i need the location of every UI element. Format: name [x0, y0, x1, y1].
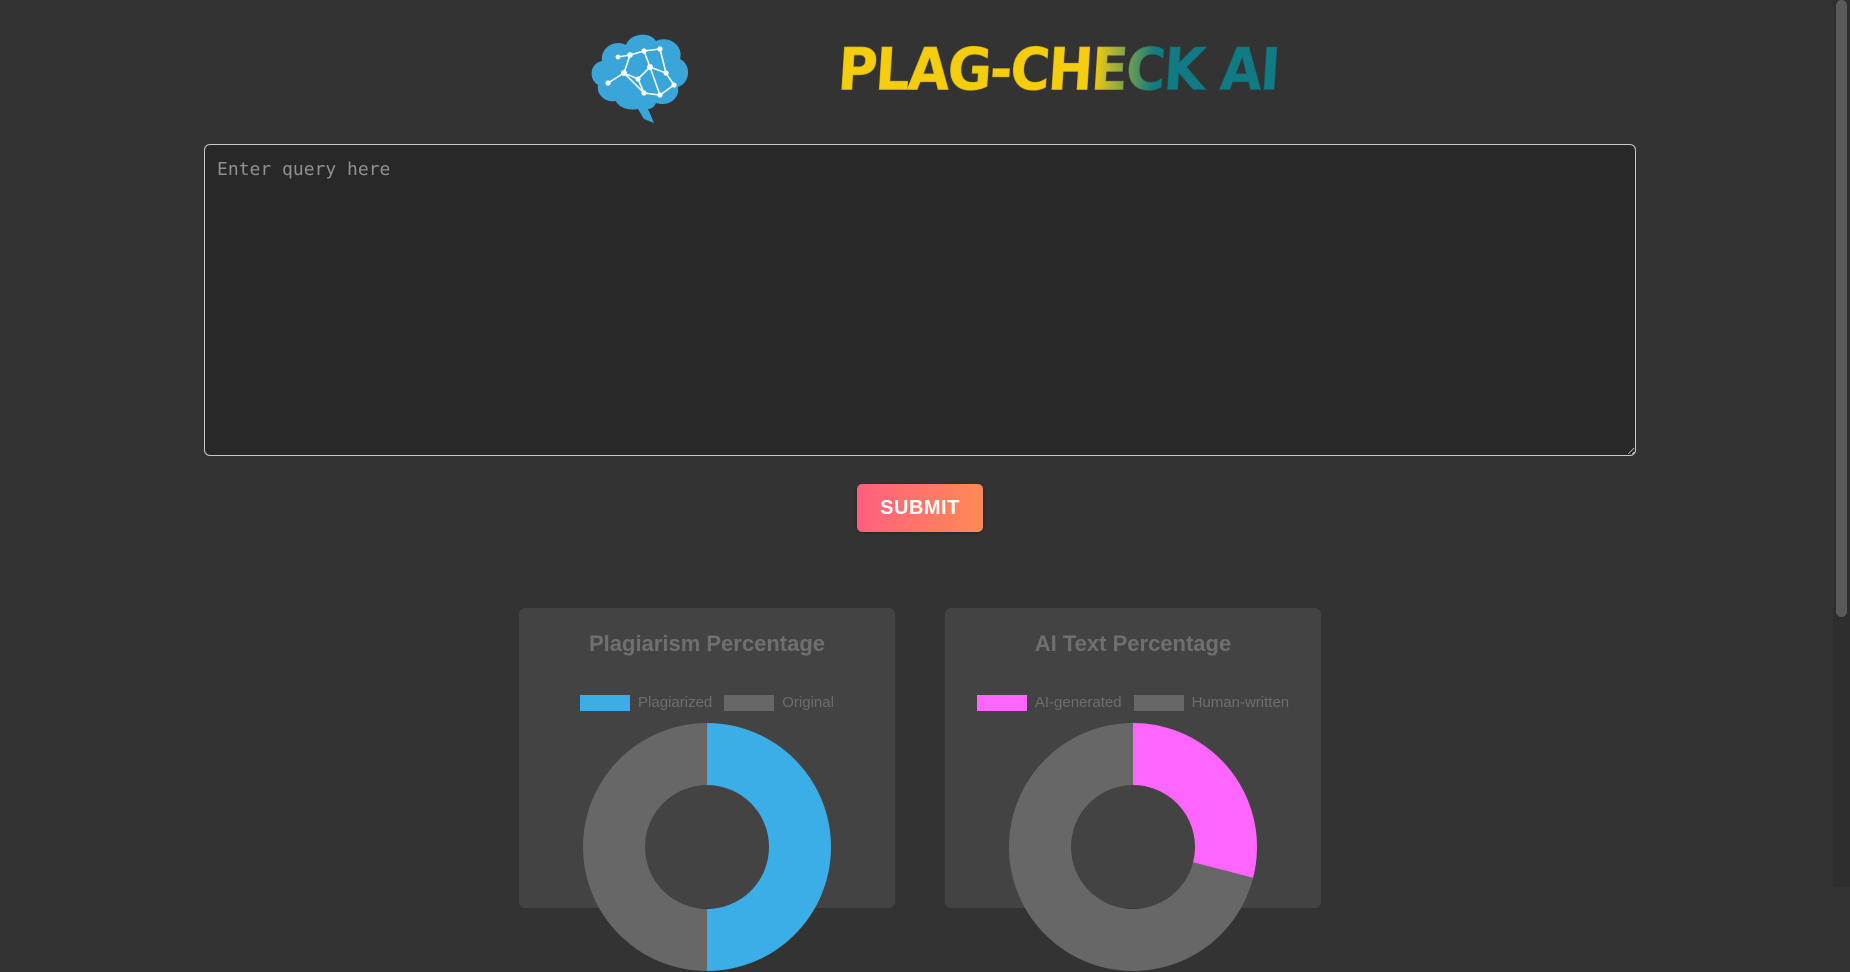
scrollbar-thumb[interactable]: [1836, 0, 1847, 617]
submit-button[interactable]: SUBMIT: [857, 484, 983, 532]
legend-item-original[interactable]: Original: [724, 694, 834, 711]
ai-text-donut-chart: [1008, 722, 1258, 972]
legend-label: Human-written: [1191, 694, 1290, 711]
plagiarism-card: Plagiarism Percentage Plagiarized Origin…: [519, 608, 895, 971]
legend-swatch: [580, 694, 631, 711]
legend-swatch: [1133, 694, 1184, 711]
ai-text-card: AI Text Percentage AI-generated Human-wr…: [945, 608, 1321, 971]
query-input[interactable]: [204, 144, 1636, 456]
logo-text: PLAG-CHECK AI: [835, 34, 1281, 104]
logo-wordmark: PLAG-CHECK AI: [835, 34, 1281, 104]
plagiarism-donut-chart: [582, 722, 832, 972]
chart-legend: AI-generated Human-written: [945, 694, 1321, 711]
donut-slice-plagiarized[interactable]: [707, 723, 831, 971]
app-logo: [588, 26, 692, 126]
legend-label: AI-generated: [1034, 694, 1122, 711]
legend-item-plagiarized[interactable]: Plagiarized: [580, 694, 712, 711]
legend-label: Original: [782, 694, 834, 711]
legend-item-ai-generated[interactable]: AI-generated: [976, 694, 1122, 711]
legend-label: Plagiarized: [638, 694, 713, 711]
legend-swatch: [976, 694, 1027, 711]
donut-slice-original[interactable]: [583, 723, 707, 971]
chart-title: AI Text Percentage: [1034, 631, 1232, 656]
legend-swatch: [724, 694, 775, 711]
chart-title: Plagiarism Percentage: [588, 631, 825, 656]
brain-network-icon: [591, 34, 689, 124]
donut-slice-ai-generated[interactable]: [1133, 723, 1257, 878]
legend-item-human-written[interactable]: Human-written: [1133, 694, 1290, 711]
chart-legend: Plagiarized Original: [519, 694, 895, 711]
page-scrollbar[interactable]: [1833, 0, 1850, 887]
